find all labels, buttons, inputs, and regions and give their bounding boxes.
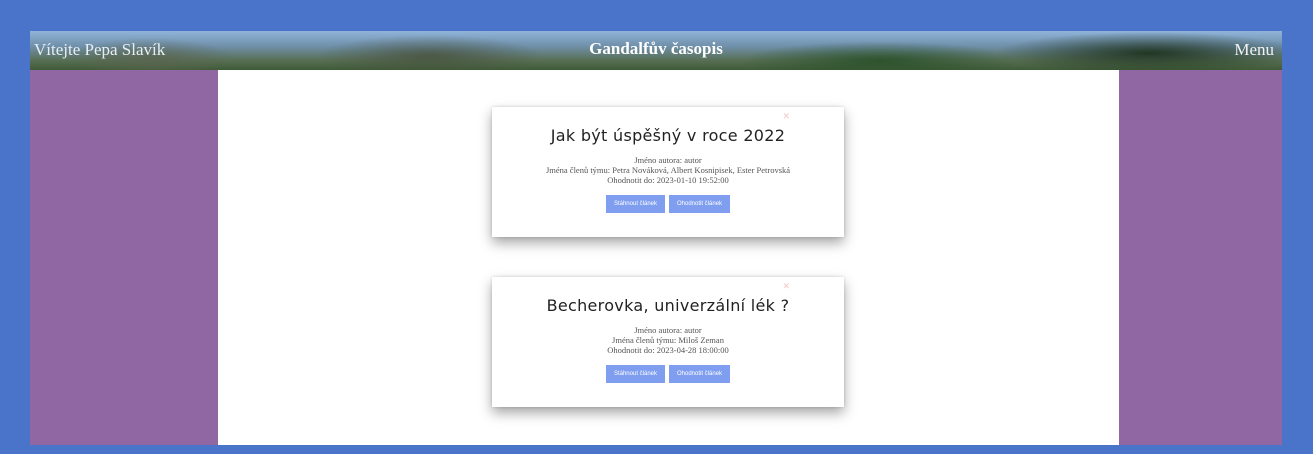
download-article-button[interactable]: Stáhnout článek (605, 195, 665, 213)
download-article-button[interactable]: Stáhnout článek (605, 365, 665, 383)
main-content: ✕ Jak být úspěšný v roce 2022 Jméno auto… (218, 70, 1119, 445)
article-author: Jméno autora: autor (634, 155, 702, 165)
header-banner: Vítejte Pepa Slavík Gandalfův časopis Me… (30, 31, 1282, 70)
article-title: Jak být úspěšný v roce 2022 (550, 126, 786, 145)
article-author: Jméno autora: autor (634, 325, 702, 335)
article-deadline: Ohodnotit do: 2023-04-28 18:00:00 (607, 345, 729, 355)
site-title[interactable]: Gandalfův časopis (30, 39, 1282, 59)
article-team: Jména členů týmu: Miloš Zeman (612, 335, 724, 345)
right-sidebar (1119, 70, 1282, 445)
left-sidebar (30, 70, 218, 445)
page-frame: Vítejte Pepa Slavík Gandalfův časopis Me… (30, 31, 1282, 445)
article-card: ✕ Jak být úspěšný v roce 2022 Jméno auto… (492, 107, 844, 237)
close-icon[interactable]: ✕ (782, 281, 790, 292)
rate-article-button[interactable]: Ohodnotit článek (669, 365, 731, 383)
article-title: Becherovka, univerzální lék ? (546, 296, 790, 315)
article-card: ✕ Becherovka, univerzální lék ? Jméno au… (492, 277, 844, 407)
close-icon[interactable]: ✕ (782, 111, 790, 122)
menu-button[interactable]: Menu (1234, 40, 1274, 60)
article-team: Jména členů týmu: Petra Nováková, Albert… (545, 165, 791, 175)
article-deadline: Ohodnotit do: 2023-01-10 19:52:00 (607, 175, 729, 185)
rate-article-button[interactable]: Ohodnotit článek (669, 195, 731, 213)
